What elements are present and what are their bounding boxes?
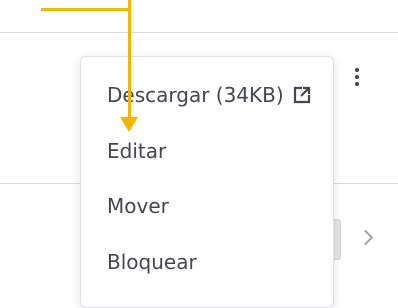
external-link-icon — [293, 86, 310, 104]
menu-item-editar[interactable]: Editar — [81, 123, 333, 179]
top-divider — [0, 32, 398, 33]
vertical-ellipsis-icon[interactable] — [349, 62, 365, 96]
annotation-arrow-head — [120, 117, 138, 132]
annotation-arrow-shaft — [128, 11, 131, 119]
menu-item-label: Descargar (34KB) — [107, 83, 284, 107]
context-menu: Descargar (34KB) Editar Mover Bloquear — [80, 56, 334, 308]
menu-item-label: Mover — [107, 194, 169, 218]
menu-item-bloquear[interactable]: Bloquear — [81, 234, 333, 290]
menu-item-label: Bloquear — [107, 250, 197, 274]
annotation-arrow-segment — [41, 0, 131, 11]
dot — [355, 68, 359, 72]
dot — [355, 75, 359, 79]
chevron-right-icon[interactable] — [357, 229, 374, 246]
menu-item-mover[interactable]: Mover — [81, 178, 333, 234]
menu-item-label: Editar — [107, 139, 167, 163]
dot — [355, 82, 359, 86]
menu-item-descargar[interactable]: Descargar (34KB) — [81, 67, 333, 123]
